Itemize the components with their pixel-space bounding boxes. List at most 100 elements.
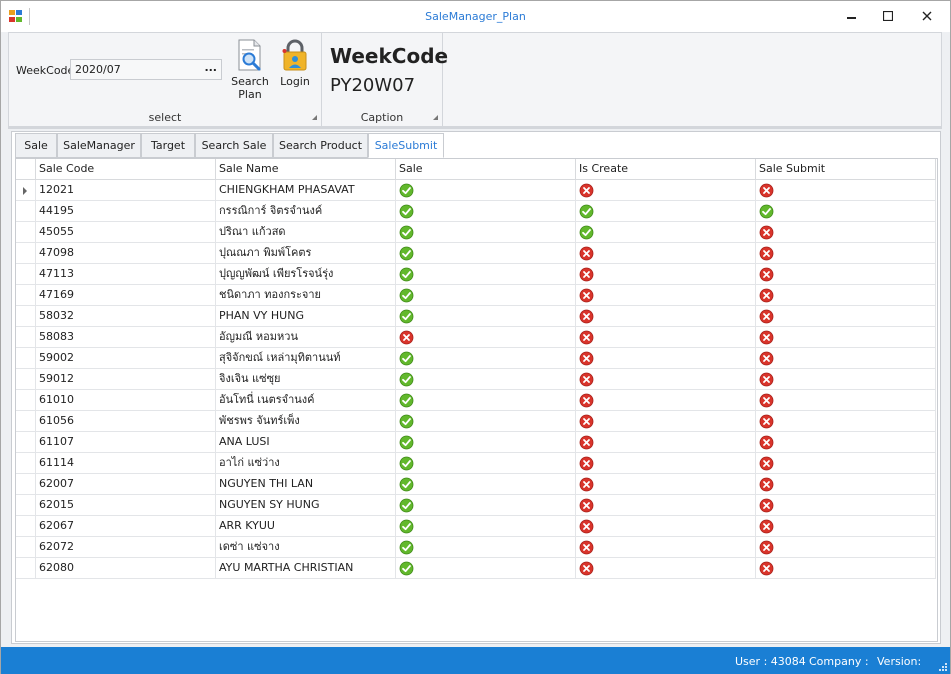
cell-sale[interactable] bbox=[396, 537, 576, 558]
cell-sale-name[interactable]: ชนิดาภา ทองกระจาย bbox=[216, 285, 396, 306]
cell-sale-name[interactable]: NGUYEN SY HUNG bbox=[216, 495, 396, 516]
cell-submit[interactable] bbox=[756, 495, 936, 516]
cell-is-create[interactable] bbox=[576, 474, 756, 495]
cell-is-create[interactable] bbox=[576, 180, 756, 201]
cell-is-create[interactable] bbox=[576, 348, 756, 369]
weekcode-field[interactable]: 2020/07 ... bbox=[70, 59, 222, 80]
row-indicator[interactable] bbox=[16, 474, 36, 495]
cell-sale-code[interactable]: 62067 bbox=[36, 516, 216, 537]
cell-is-create[interactable] bbox=[576, 495, 756, 516]
cell-sale-code[interactable]: 58083 bbox=[36, 327, 216, 348]
cell-sale-name[interactable]: ARR KYUU bbox=[216, 516, 396, 537]
cell-is-create[interactable] bbox=[576, 558, 756, 579]
cell-sale[interactable] bbox=[396, 327, 576, 348]
cell-sale[interactable] bbox=[396, 264, 576, 285]
tab-target[interactable]: Target bbox=[141, 133, 195, 158]
row-indicator[interactable] bbox=[16, 390, 36, 411]
close-button[interactable] bbox=[907, 1, 947, 32]
cell-sale-name[interactable]: กรรณิการ์ จิตรจำนงค์ bbox=[216, 201, 396, 222]
cell-sale-name[interactable]: อัญมณี หอมหวน bbox=[216, 327, 396, 348]
row-indicator[interactable] bbox=[16, 516, 36, 537]
cell-sale-code[interactable]: 45055 bbox=[36, 222, 216, 243]
cell-sale-name[interactable]: ปุญญพัฒน์ เพียรโรจน์รุ่ง bbox=[216, 264, 396, 285]
cell-sale-code[interactable]: 47113 bbox=[36, 264, 216, 285]
cell-sale-name[interactable]: CHIENGKHAM PHASAVAT bbox=[216, 180, 396, 201]
cell-submit[interactable] bbox=[756, 222, 936, 243]
row-indicator[interactable] bbox=[16, 264, 36, 285]
table-row[interactable]: 45055 ปริณา แก้วสด bbox=[16, 222, 936, 243]
cell-is-create[interactable] bbox=[576, 327, 756, 348]
cell-sale[interactable] bbox=[396, 558, 576, 579]
cell-sale-code[interactable]: 61114 bbox=[36, 453, 216, 474]
cell-sale-code[interactable]: 62080 bbox=[36, 558, 216, 579]
cell-sale-name[interactable]: AYU MARTHA CHRISTIAN bbox=[216, 558, 396, 579]
row-indicator[interactable] bbox=[16, 243, 36, 264]
table-row[interactable]: 62007 NGUYEN THI LAN bbox=[16, 474, 936, 495]
column-header-is-create[interactable]: Is Create bbox=[576, 159, 756, 180]
cell-sale-code[interactable]: 59002 bbox=[36, 348, 216, 369]
cell-is-create[interactable] bbox=[576, 306, 756, 327]
table-row[interactable]: 61114 อาไก่ แซ่ว่าง bbox=[16, 453, 936, 474]
resize-grip-icon[interactable] bbox=[939, 663, 947, 671]
cell-sale-code[interactable]: 58032 bbox=[36, 306, 216, 327]
cell-sale-name[interactable]: อันโทนี่ เนตรจำนงค์ bbox=[216, 390, 396, 411]
cell-sale[interactable] bbox=[396, 180, 576, 201]
cell-submit[interactable] bbox=[756, 537, 936, 558]
cell-sale-code[interactable]: 12021 bbox=[36, 180, 216, 201]
cell-is-create[interactable] bbox=[576, 516, 756, 537]
cell-sale[interactable] bbox=[396, 474, 576, 495]
row-indicator[interactable] bbox=[16, 348, 36, 369]
cell-is-create[interactable] bbox=[576, 285, 756, 306]
cell-sale-name[interactable]: อาไก่ แซ่ว่าง bbox=[216, 453, 396, 474]
cell-is-create[interactable] bbox=[576, 201, 756, 222]
ellipsis-button[interactable]: ... bbox=[204, 61, 217, 74]
cell-submit[interactable] bbox=[756, 201, 936, 222]
tab-salesubmit[interactable]: SaleSubmit bbox=[368, 133, 444, 158]
column-header-sale-submit[interactable]: Sale Submit bbox=[756, 159, 936, 180]
cell-sale[interactable] bbox=[396, 453, 576, 474]
cell-sale-name[interactable]: สุจิจักขณ์ เหล่ามุทิตานนท์ bbox=[216, 348, 396, 369]
cell-is-create[interactable] bbox=[576, 432, 756, 453]
cell-sale[interactable] bbox=[396, 222, 576, 243]
table-row[interactable]: 61010 อันโทนี่ เนตรจำนงค์ bbox=[16, 390, 936, 411]
cell-sale-name[interactable]: ANA LUSI bbox=[216, 432, 396, 453]
column-header-sale[interactable]: Sale bbox=[396, 159, 576, 180]
cell-sale[interactable] bbox=[396, 201, 576, 222]
cell-submit[interactable] bbox=[756, 474, 936, 495]
cell-sale[interactable] bbox=[396, 243, 576, 264]
cell-submit[interactable] bbox=[756, 369, 936, 390]
cell-submit[interactable] bbox=[756, 411, 936, 432]
cell-submit[interactable] bbox=[756, 180, 936, 201]
row-indicator[interactable] bbox=[16, 411, 36, 432]
cell-sale-name[interactable]: จิงเจิน แซ่ซุย bbox=[216, 369, 396, 390]
row-indicator[interactable] bbox=[16, 432, 36, 453]
row-indicator[interactable] bbox=[16, 369, 36, 390]
tab-search-sale[interactable]: Search Sale bbox=[195, 133, 273, 158]
table-row[interactable]: 58032 PHAN VY HUNG bbox=[16, 306, 936, 327]
cell-submit[interactable] bbox=[756, 285, 936, 306]
table-row[interactable]: 62067 ARR KYUU bbox=[16, 516, 936, 537]
cell-submit[interactable] bbox=[756, 558, 936, 579]
cell-sale-code[interactable]: 62072 bbox=[36, 537, 216, 558]
row-indicator[interactable] bbox=[16, 180, 36, 201]
table-row[interactable]: 61107 ANA LUSI bbox=[16, 432, 936, 453]
cell-is-create[interactable] bbox=[576, 390, 756, 411]
row-indicator[interactable] bbox=[16, 453, 36, 474]
cell-sale[interactable] bbox=[396, 285, 576, 306]
cell-sale-name[interactable]: เดซ่า แซ่จาง bbox=[216, 537, 396, 558]
caption-group-launcher-icon[interactable] bbox=[433, 115, 438, 120]
cell-sale-name[interactable]: ปุณณภา พิมพ์โคตร bbox=[216, 243, 396, 264]
table-row[interactable]: 62072 เดซ่า แซ่จาง bbox=[16, 537, 936, 558]
table-row[interactable]: 47098 ปุณณภา พิมพ์โคตร bbox=[16, 243, 936, 264]
cell-sale-name[interactable]: ปริณา แก้วสด bbox=[216, 222, 396, 243]
table-row[interactable]: 12021 CHIENGKHAM PHASAVAT bbox=[16, 180, 936, 201]
table-row[interactable]: 47169 ชนิดาภา ทองกระจาย bbox=[16, 285, 936, 306]
table-row[interactable]: 47113 ปุญญพัฒน์ เพียรโรจน์รุ่ง bbox=[16, 264, 936, 285]
select-group-launcher-icon[interactable] bbox=[312, 115, 317, 120]
row-indicator[interactable] bbox=[16, 327, 36, 348]
row-indicator[interactable] bbox=[16, 537, 36, 558]
table-row[interactable]: 61056 พัชรพร จันทร์เพ็ง bbox=[16, 411, 936, 432]
cell-submit[interactable] bbox=[756, 453, 936, 474]
cell-submit[interactable] bbox=[756, 327, 936, 348]
row-indicator[interactable] bbox=[16, 285, 36, 306]
